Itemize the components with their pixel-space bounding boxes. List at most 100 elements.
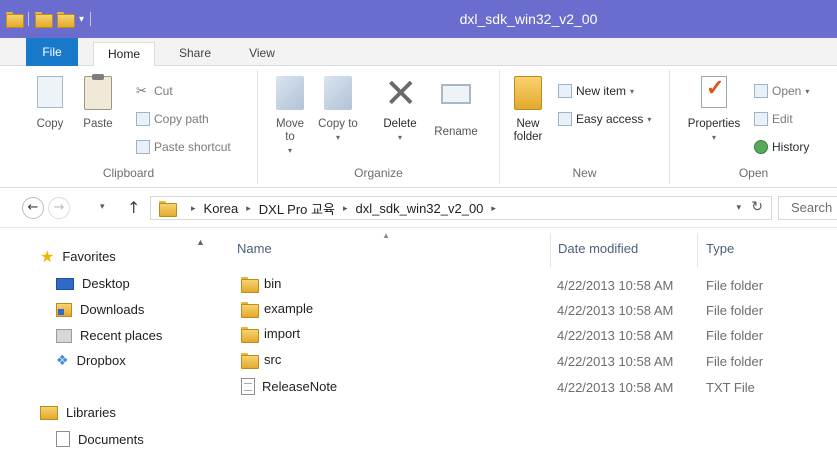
breadcrumb-korea[interactable]: Korea [204,201,239,216]
search-input[interactable]: Search [778,196,837,220]
nav-documents-label: Documents [78,431,144,447]
row-date: 4/22/2013 10:58 AM [557,380,674,395]
nav-downloads[interactable]: Downloads [56,302,144,317]
clipboard-group-label: Clipboard [102,166,155,180]
address-bar[interactable]: ▸ Korea ▸ DXL Pro 교육 ▸ dxl_sdk_win32_v2_… [150,196,772,220]
cut-button[interactable]: ✂ Cut [136,84,173,99]
new-folder-button[interactable]: New folder [504,76,552,144]
clipboard-group: Copy Paste ✂ Cut Copy path Paste shortcu… [0,70,258,184]
new-item-icon [558,84,572,98]
libraries-icon [40,405,58,420]
history-button[interactable]: History [754,140,809,154]
tab-view[interactable]: View [240,42,284,66]
table-row[interactable]: import 4/22/2013 10:58 AM File folder [221,323,837,348]
column-header-type[interactable]: Type [706,241,734,256]
window-title: dxl_sdk_win32_v2_00 [459,11,598,27]
column-divider[interactable] [550,233,551,267]
paste-label: Paste [83,118,113,130]
column-header-name[interactable]: Name [237,241,272,256]
breadcrumb-dxl-pro[interactable]: DXL Pro 교육 [259,199,335,218]
new-item-label: New item [576,84,627,98]
nav-dropbox-label: Dropbox [76,353,126,368]
new-folder-icon [514,76,542,110]
new-group: New folder New item ▾ Easy access ▾ New [500,70,670,184]
address-row: ← → ▾ ↑ ▸ Korea ▸ DXL Pro 교육 ▸ dxl_sdk_w… [0,188,837,228]
nav-libraries[interactable]: Libraries [40,405,116,420]
column-divider[interactable] [697,233,698,267]
row-type: File folder [706,278,764,293]
nav-downloads-label: Downloads [80,302,145,317]
nav-desktop[interactable]: Desktop [56,276,130,291]
row-type: File folder [706,328,764,343]
nav-libraries-label: Libraries [66,405,116,420]
forward-button[interactable]: → [48,197,70,219]
scroll-up-icon[interactable]: ▲ [196,237,205,247]
refresh-icon[interactable]: ↻ [751,199,763,215]
tab-home[interactable]: Home [93,42,155,67]
column-header-date[interactable]: Date modified [558,241,638,256]
breadcrumb-current[interactable]: dxl_sdk_win32_v2_00 [355,201,483,216]
delete-label: Delete [383,118,417,130]
ribbon: Copy Paste ✂ Cut Copy path Paste shortcu… [0,66,837,188]
row-type: File folder [706,303,764,318]
move-to-button[interactable]: Move to ▾ [270,76,310,157]
nav-recent-places[interactable]: Recent places [56,328,162,343]
paste-shortcut-icon [136,140,150,154]
organize-group: Move to ▾ Copy to ▾ ✕ Delete ▾ Rename Or… [258,70,500,184]
delete-x-icon: ✕ [384,71,418,117]
paste-shortcut-button[interactable]: Paste shortcut [136,140,231,154]
table-row[interactable]: bin 4/22/2013 10:58 AM File folder [221,273,837,298]
file-list: ▲ Name Date modified Type bin 4/22/2013 … [221,229,837,456]
row-date: 4/22/2013 10:58 AM [557,328,674,343]
row-date: 4/22/2013 10:58 AM [557,303,674,318]
paste-button[interactable]: Paste [76,74,120,131]
delete-button[interactable]: ✕ Delete ▾ [374,71,426,144]
chevron-right-icon[interactable]: ▸ [246,203,251,214]
nav-favorites[interactable]: ★ Favorites [40,248,116,264]
open-button[interactable]: Open ▾ [754,84,809,98]
chevron-right-icon[interactable]: ▸ [491,203,496,214]
row-date: 4/22/2013 10:58 AM [557,278,674,293]
text-file-icon [241,378,255,395]
table-row[interactable]: ReleaseNote 4/22/2013 10:58 AM TXT File [221,375,837,400]
recent-locations-icon[interactable]: ▾ [100,201,105,212]
copy-to-icon [324,76,352,110]
row-type: TXT File [706,380,755,395]
paste-icon [84,74,112,110]
chevron-down-icon: ▾ [630,86,635,96]
copy-button[interactable]: Copy [30,76,70,131]
sort-ascending-icon: ▲ [382,231,390,240]
rename-button[interactable]: Rename [430,76,482,139]
new-folder-label: New folder [513,118,543,143]
downloads-icon [56,302,72,317]
row-type: File folder [706,354,764,369]
chevron-down-icon: ▾ [397,133,402,142]
properties-button[interactable]: Properties ▾ [678,76,750,144]
table-row[interactable]: src 4/22/2013 10:58 AM File folder [221,349,837,374]
address-history-icon[interactable]: ▾ [736,202,741,213]
new-item-button[interactable]: New item ▾ [558,84,634,98]
up-button[interactable]: ↑ [127,198,140,217]
new-group-label: New [572,166,597,180]
row-name: ReleaseNote [262,379,338,394]
folder-icon [241,276,259,293]
chevron-right-icon[interactable]: ▸ [191,203,196,214]
copy-path-button[interactable]: Copy path [136,112,209,126]
folder-icon [241,301,259,318]
nav-documents[interactable]: Documents [56,431,144,447]
easy-access-button[interactable]: Easy access ▾ [558,112,651,126]
copy-path-label: Copy path [154,112,209,126]
edit-button[interactable]: Edit [754,112,793,126]
tab-file[interactable]: File [26,38,78,66]
tab-share[interactable]: Share [170,42,220,66]
back-button[interactable]: ← [22,197,44,219]
copy-label: Copy [36,118,64,130]
history-icon [754,140,768,154]
copy-to-button[interactable]: Copy to ▾ [318,76,358,144]
history-label: History [772,140,810,154]
chevron-right-icon[interactable]: ▸ [343,203,348,214]
table-row[interactable]: example 4/22/2013 10:58 AM File folder [221,298,837,323]
nav-dropbox[interactable]: ❖ Dropbox [56,353,126,368]
easy-access-icon [558,112,572,126]
desktop-icon [56,277,74,290]
